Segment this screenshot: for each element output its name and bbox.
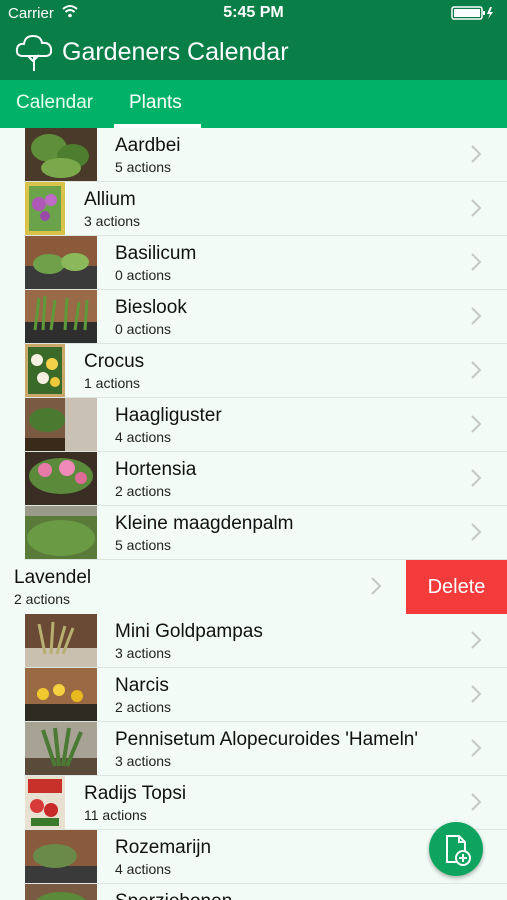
chevron-right-icon [471, 793, 482, 811]
plant-row-kleine-maagdenpalm[interactable]: Kleine maagdenpalm 5 actions [0, 506, 507, 560]
clock: 5:45 PM [223, 4, 284, 21]
plant-row-sperziebonen[interactable]: Sperziebonen [0, 884, 507, 900]
plant-row-narcis[interactable]: Narcis 2 actions [0, 668, 507, 722]
plant-row-haagliguster[interactable]: Haagliguster 4 actions [0, 398, 507, 452]
chevron-right-icon [471, 361, 482, 379]
plant-action-count: 11 actions [84, 807, 147, 823]
plant-name: Hortensia [115, 459, 197, 480]
plant-thumbnail [25, 452, 97, 505]
plant-name: Crocus [84, 351, 145, 372]
plant-action-count: 2 actions [115, 699, 172, 715]
plant-name: Kleine maagdenpalm [115, 513, 294, 534]
plant-thumbnail [25, 182, 65, 235]
plant-name: Aardbei [115, 135, 181, 156]
chevron-right-icon [471, 523, 482, 541]
app-header: Gardeners Calendar [0, 28, 507, 80]
plant-row-aardbei[interactable]: Aardbei 5 actions [0, 128, 507, 182]
plant-thumbnail [25, 290, 97, 343]
chevron-right-icon [471, 739, 482, 757]
plant-name: Allium [84, 189, 136, 210]
tab-plants[interactable]: Plants [129, 92, 182, 114]
plant-row-hortensia[interactable]: Hortensia 2 actions [0, 452, 507, 506]
chevron-right-icon [471, 685, 482, 703]
plant-action-count: 3 actions [115, 645, 172, 661]
plant-name: Lavendel [14, 567, 92, 588]
plant-thumbnail [25, 722, 97, 775]
plant-action-count: 2 actions [14, 591, 71, 607]
plant-thumbnail [25, 398, 97, 451]
chevron-right-icon [471, 469, 482, 487]
plant-row-basilicum[interactable]: Basilicum 0 actions [0, 236, 507, 290]
plant-row-crocus[interactable]: Crocus 1 actions [0, 344, 507, 398]
chevron-right-icon [471, 145, 482, 163]
plant-thumbnail [25, 668, 97, 721]
plant-action-count: 0 actions [115, 321, 172, 337]
chevron-right-icon [471, 415, 482, 433]
plant-thumbnail [25, 128, 97, 181]
plant-row-mini-goldpampas[interactable]: Mini Goldpampas 3 actions [0, 614, 507, 668]
plant-name: Rozemarijn [115, 837, 212, 858]
plant-action-count: 5 actions [115, 537, 172, 553]
delete-button[interactable]: Delete [406, 560, 507, 614]
plant-thumbnail [25, 236, 97, 289]
plant-row-allium[interactable]: Allium 3 actions [0, 182, 507, 236]
plant-row-pennisetum[interactable]: Pennisetum Alopecuroides 'Hameln' 3 acti… [0, 722, 507, 776]
plant-thumbnail [25, 344, 65, 397]
plant-name: Mini Goldpampas [115, 621, 263, 642]
plant-action-count: 5 actions [115, 159, 172, 175]
status-bar: Carrier 5:45 PM [0, 0, 507, 28]
plant-thumbnail [25, 776, 65, 829]
plant-thumbnail [25, 614, 97, 667]
plant-action-count: 4 actions [115, 861, 172, 877]
plant-name: Radijs Topsi [84, 783, 187, 804]
tab-bar: Calendar Plants [0, 80, 507, 128]
plant-name: Basilicum [115, 243, 197, 264]
plant-row-bieslook[interactable]: Bieslook 0 actions [0, 290, 507, 344]
chevron-right-icon [471, 307, 482, 325]
add-plant-button[interactable] [429, 822, 483, 876]
page-title: Gardeners Calendar [62, 38, 289, 66]
plant-action-count: 1 actions [84, 375, 141, 391]
plant-action-count: 3 actions [84, 213, 141, 229]
plant-thumbnail [25, 884, 97, 900]
plant-action-count: 3 actions [115, 753, 172, 769]
plant-name: Narcis [115, 675, 169, 696]
plant-action-count: 2 actions [115, 483, 172, 499]
chevron-right-icon [471, 631, 482, 649]
chevron-right-icon [471, 253, 482, 271]
plant-list[interactable]: Aardbei 5 actions Allium 3 actions Basil… [0, 128, 507, 900]
plant-action-count: 0 actions [115, 267, 172, 283]
add-document-icon [446, 835, 471, 866]
plant-name: Pennisetum Alopecuroides 'Hameln' [115, 729, 418, 750]
plant-name: Bieslook [115, 297, 187, 318]
battery-icon [451, 6, 495, 24]
tab-calendar[interactable]: Calendar [16, 92, 93, 114]
plant-row-lavendel[interactable]: Lavendel 2 actions Delete [0, 560, 507, 614]
tree-cloud-icon [14, 32, 54, 79]
plant-thumbnail [25, 830, 97, 883]
plant-action-count: 4 actions [115, 429, 172, 445]
chevron-right-icon [471, 199, 482, 217]
plant-thumbnail [25, 506, 97, 559]
plant-name: Sperziebonen [115, 891, 232, 900]
plant-name: Haagliguster [115, 405, 222, 426]
chevron-right-icon [371, 577, 382, 595]
